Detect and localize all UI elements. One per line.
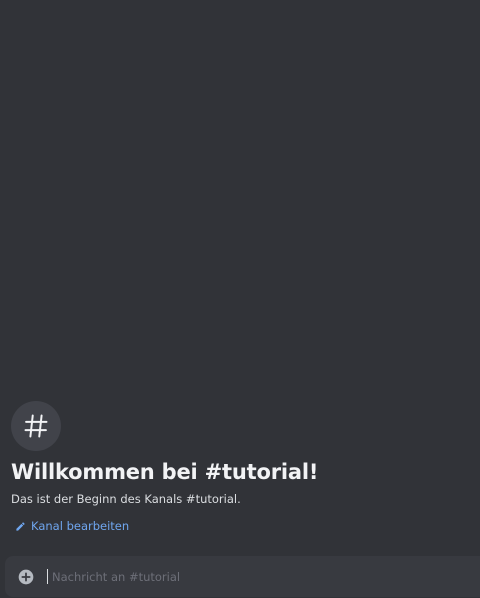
pencil-icon [16,521,25,531]
message-composer [5,556,480,597]
edit-channel-link[interactable]: Kanal bearbeiten [15,519,129,533]
welcome-title: Willkommen bei #tutorial! [11,460,319,484]
channel-icon-circle [11,401,61,451]
chat-area: Willkommen bei #tutorial! Das ist der Be… [0,0,480,598]
attach-button[interactable] [18,569,34,585]
plus-circle-icon [18,569,34,584]
welcome-subtitle: Das ist der Beginn des Kanals #tutorial. [11,492,241,506]
hash-icon [24,414,48,438]
channel-welcome: Willkommen bei #tutorial! Das ist der Be… [11,401,480,536]
text-caret [47,569,48,584]
message-input[interactable] [52,564,480,589]
edit-channel-label: Kanal bearbeiten [31,519,130,533]
